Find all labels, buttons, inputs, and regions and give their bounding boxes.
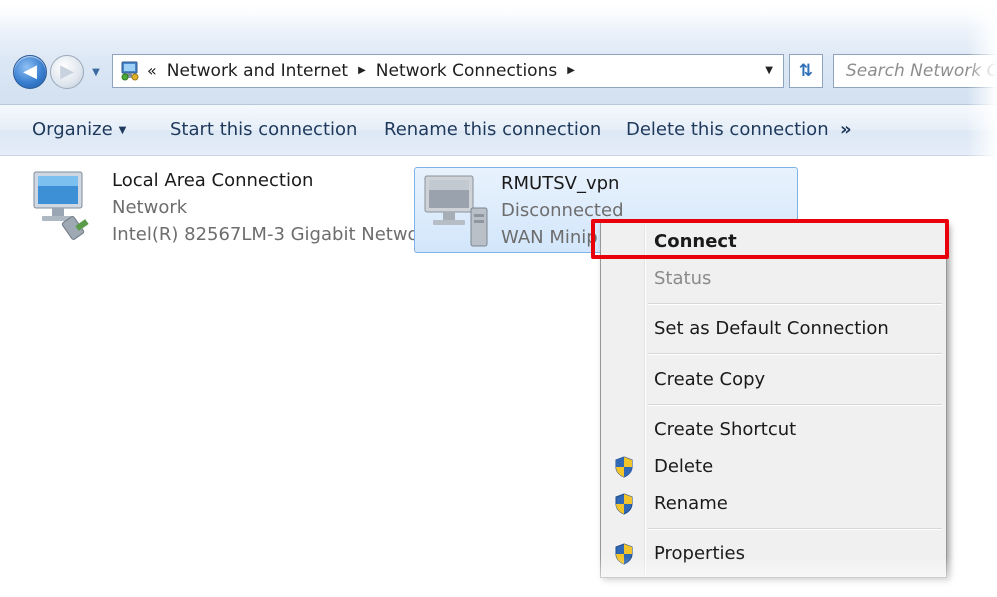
back-arrow-icon: ◀ xyxy=(23,61,37,82)
network-folder-icon xyxy=(121,61,139,81)
computer-network-icon xyxy=(33,171,89,240)
refresh-icon: ⇅ xyxy=(798,61,814,81)
search-box[interactable]: Search Network Co xyxy=(833,54,997,88)
menu-separator xyxy=(648,528,942,530)
explorer-window: ◀ ▶ ▼ « Network and Internet ▶ Network C… xyxy=(0,0,997,597)
uac-shield-icon xyxy=(615,543,633,565)
search-placeholder: Search Network Co xyxy=(846,61,997,81)
address-history-dropdown-icon[interactable]: ▼ xyxy=(765,55,773,87)
menu-item-properties[interactable]: Properties xyxy=(604,537,943,571)
menu-item-create-copy[interactable]: Create Copy xyxy=(604,363,943,397)
context-menu: Connect Status Set as Default Connection… xyxy=(600,222,947,578)
menu-item-label: Set as Default Connection xyxy=(654,318,889,339)
organize-menu-button[interactable]: Organize ▼ xyxy=(32,105,126,155)
back-button[interactable]: ◀ xyxy=(13,55,47,89)
menu-item-create-shortcut[interactable]: Create Shortcut xyxy=(604,413,943,447)
organize-label: Organize xyxy=(32,119,113,140)
delete-connection-button[interactable]: Delete this connection xyxy=(626,105,829,155)
menu-item-label: Delete xyxy=(654,456,714,477)
uac-shield-icon xyxy=(615,456,633,478)
menu-item-set-default[interactable]: Set as Default Connection xyxy=(604,312,943,346)
menu-item-label: Rename xyxy=(654,493,728,514)
breadcrumb-overflow[interactable]: « xyxy=(147,55,157,87)
navigation-bar: ◀ ▶ ▼ « Network and Internet ▶ Network C… xyxy=(0,0,997,104)
start-connection-button[interactable]: Start this connection xyxy=(170,105,357,155)
forward-arrow-icon: ▶ xyxy=(60,61,74,82)
titlebar-glass xyxy=(0,0,997,28)
breadcrumb: « Network and Internet ▶ Network Connect… xyxy=(147,55,585,87)
menu-item-status: Status xyxy=(604,262,943,296)
breadcrumb-separator-icon[interactable]: ▶ xyxy=(567,55,575,87)
connection-item-local-area[interactable]: Local Area Connection Network Intel(R) 8… xyxy=(28,166,435,256)
command-bar: Organize ▼ Start this connection Rename t… xyxy=(0,104,997,156)
forward-button[interactable]: ▶ xyxy=(50,55,84,89)
connect-highlight-box xyxy=(591,219,949,259)
menu-item-rename[interactable]: Rename xyxy=(604,487,943,521)
connection-device: WAN Minip xyxy=(501,227,598,248)
chevron-down-icon: ▼ xyxy=(118,125,127,136)
recent-pages-dropdown[interactable]: ▼ xyxy=(89,66,103,78)
breadcrumb-separator-icon[interactable]: ▶ xyxy=(358,55,366,87)
more-commands-button[interactable]: » xyxy=(840,105,852,155)
menu-item-label: Create Shortcut xyxy=(654,419,797,440)
refresh-button[interactable]: ⇅ xyxy=(789,54,823,88)
menu-item-label: Properties xyxy=(654,543,745,564)
connection-device: Intel(R) 82567LM-3 Gigabit Netwo... xyxy=(112,224,436,245)
menu-separator xyxy=(648,303,942,305)
connection-status: Network xyxy=(112,197,188,218)
breadcrumb-item-network-and-internet[interactable]: Network and Internet xyxy=(167,55,348,87)
connection-name: Local Area Connection xyxy=(112,170,314,191)
rename-connection-button[interactable]: Rename this connection xyxy=(384,105,601,155)
connection-status: Disconnected xyxy=(501,200,624,221)
connection-name: RMUTSV_vpn xyxy=(501,173,620,194)
menu-item-label: Status xyxy=(654,268,712,289)
uac-shield-icon xyxy=(615,493,633,515)
menu-separator xyxy=(648,404,942,406)
breadcrumb-item-network-connections[interactable]: Network Connections xyxy=(376,55,557,87)
menu-item-label: Create Copy xyxy=(654,369,766,390)
menu-item-delete[interactable]: Delete xyxy=(604,450,943,484)
address-bar[interactable]: « Network and Internet ▶ Network Connect… xyxy=(112,54,784,88)
vpn-computer-icon xyxy=(424,175,488,247)
menu-separator xyxy=(648,353,942,355)
